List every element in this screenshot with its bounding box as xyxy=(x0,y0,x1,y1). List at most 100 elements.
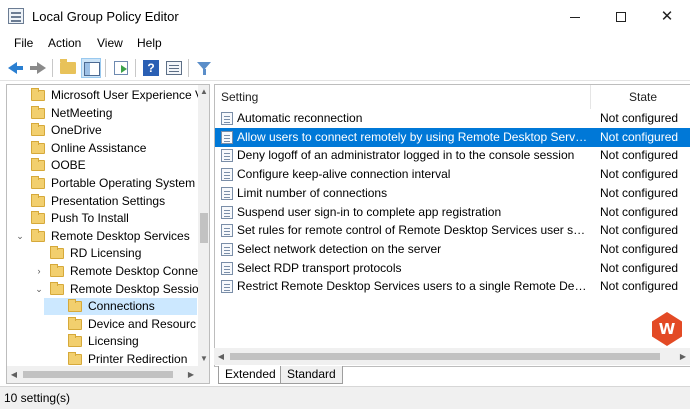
policy-row[interactable]: Deny logoff of an administrator logged i… xyxy=(215,146,690,165)
tree-item[interactable]: Push To Install xyxy=(7,210,197,227)
policy-state: Not configured xyxy=(600,185,679,200)
policy-name: Configure keep-alive connection interval xyxy=(237,167,451,182)
close-button[interactable]: ✕ xyxy=(644,0,690,33)
back-button[interactable] xyxy=(6,58,26,78)
tree-item-label: Remote Desktop Conne xyxy=(70,264,199,278)
policy-state: Not configured xyxy=(600,241,679,256)
policy-setting-icon xyxy=(221,242,233,256)
menu-view[interactable]: View xyxy=(97,36,123,50)
policy-state: Not configured xyxy=(600,167,679,182)
policy-row[interactable]: Limit number of connections Not configure… xyxy=(215,184,690,203)
policy-row[interactable]: Select RDP transport protocols Not config… xyxy=(215,259,690,278)
maximize-button[interactable] xyxy=(598,0,644,33)
tree-hscroll-thumb[interactable] xyxy=(23,371,173,378)
tree-item[interactable]: ⌄ Remote Desktop Services xyxy=(7,228,197,245)
show-hide-tree-button[interactable] xyxy=(81,58,101,78)
show-hide-tree-icon xyxy=(84,62,100,76)
export-list-button[interactable] xyxy=(111,58,131,78)
console-tree[interactable]: Microsoft User Experience V NetMeeting One… xyxy=(6,84,210,384)
expand-collapse-icon[interactable]: ⌄ xyxy=(15,228,25,245)
expand-collapse-icon[interactable]: ⌄ xyxy=(34,281,44,298)
scroll-left-arrow-icon[interactable]: ◀ xyxy=(7,366,21,383)
tree-horizontal-scrollbar[interactable]: ◀ ▶ xyxy=(7,366,198,383)
tree-scroll-thumb[interactable] xyxy=(200,213,208,243)
tree-item[interactable]: Microsoft User Experience V xyxy=(7,87,203,104)
tree-item[interactable]: NetMeeting xyxy=(7,105,197,122)
tree-item-label: Presentation Settings xyxy=(51,193,166,208)
policy-row[interactable]: Automatic reconnection Not configured xyxy=(215,109,690,128)
policy-setting-icon xyxy=(221,149,233,163)
folder-icon xyxy=(68,352,82,365)
tree-vertical-scrollbar[interactable]: ▲ ▼ xyxy=(198,85,209,366)
menu-action[interactable]: Action xyxy=(48,36,81,50)
properties-button[interactable] xyxy=(164,58,184,78)
policy-name: Suspend user sign-in to complete app reg… xyxy=(237,204,502,219)
policy-state: Not configured xyxy=(600,148,679,163)
list-horizontal-scrollbar[interactable]: ◀ ▶ xyxy=(214,348,690,365)
menu-file[interactable]: File xyxy=(14,36,33,50)
tab-extended[interactable]: Extended xyxy=(218,366,283,384)
scroll-left-arrow-icon[interactable]: ◀ xyxy=(214,348,228,365)
policy-state: Not configured xyxy=(600,111,679,125)
column-header-setting[interactable]: Setting xyxy=(215,85,589,109)
forward-icon xyxy=(37,62,46,74)
menu-help[interactable]: Help xyxy=(137,36,162,50)
folder-icon xyxy=(68,334,82,348)
scroll-right-arrow-icon[interactable]: ▶ xyxy=(184,366,198,383)
tree-item[interactable]: OOBE xyxy=(7,157,197,174)
forward-button[interactable] xyxy=(28,58,48,78)
up-one-level-button[interactable] xyxy=(58,58,78,78)
title-bar: Local Group Policy Editor ✕ xyxy=(0,0,690,33)
policy-row[interactable]: Select network detection on the server No… xyxy=(215,240,690,259)
policy-name: Automatic reconnection xyxy=(237,111,363,125)
folder-icon xyxy=(68,316,82,330)
policy-row[interactable]: Set rules for remote control of Remote D… xyxy=(215,221,690,240)
tree-item[interactable]: RD Licensing xyxy=(26,245,197,262)
scroll-up-arrow-icon[interactable]: ▲ xyxy=(198,85,209,99)
minimize-button[interactable] xyxy=(552,0,598,33)
tree-item[interactable]: Portable Operating System xyxy=(7,175,197,192)
tree-item-label: OOBE xyxy=(51,158,86,173)
policy-setting-icon xyxy=(221,205,233,219)
brand-logo-letter: W xyxy=(658,320,676,338)
column-header-state[interactable]: State xyxy=(590,85,690,109)
filter-button[interactable] xyxy=(194,58,214,78)
folder-icon xyxy=(31,105,45,119)
maximize-icon xyxy=(616,12,626,23)
tree-item[interactable]: › Remote Desktop Conne xyxy=(26,263,199,280)
tree-item-label: Licensing xyxy=(88,334,139,349)
policy-row[interactable]: Configure keep-alive connection interval… xyxy=(215,165,690,184)
tree-item[interactable]: Device and Resourc xyxy=(44,316,197,333)
tree-item-label: Online Assistance xyxy=(51,140,147,155)
tree-item-label: RD Licensing xyxy=(70,246,142,261)
toolbar: ? xyxy=(0,55,690,81)
policy-row[interactable]: Restrict Remote Desktop Services users t… xyxy=(215,277,690,296)
folder-icon xyxy=(50,281,64,295)
brand-logo: W xyxy=(652,312,682,346)
policy-setting-icon xyxy=(221,168,233,182)
scroll-down-arrow-icon[interactable]: ▼ xyxy=(198,352,209,366)
filter-icon xyxy=(197,62,211,75)
tree-item[interactable]: Presentation Settings xyxy=(7,193,197,210)
help-button[interactable]: ? xyxy=(141,58,161,78)
tree-item[interactable]: ⌄ Remote Desktop Sessio xyxy=(26,281,199,298)
tree-item[interactable]: Licensing xyxy=(44,333,197,350)
tree-item[interactable]: Connections xyxy=(44,298,197,316)
policy-row[interactable]: Allow users to connect remotely by using… xyxy=(215,127,690,147)
tree-item[interactable]: OneDrive xyxy=(7,122,197,139)
policy-name: Limit number of connections xyxy=(237,185,388,200)
policy-row[interactable]: Suspend user sign-in to complete app reg… xyxy=(215,203,690,222)
tree-item-label: Push To Install xyxy=(51,211,129,226)
folder-icon xyxy=(50,246,64,260)
tree-item[interactable]: Online Assistance xyxy=(7,140,197,157)
scroll-right-arrow-icon[interactable]: ▶ xyxy=(676,348,690,365)
list-hscroll-thumb[interactable] xyxy=(230,353,660,360)
expand-collapse-icon[interactable]: › xyxy=(34,263,44,280)
minimize-icon xyxy=(570,16,580,18)
tree-item-label: OneDrive xyxy=(51,123,102,138)
tab-standard[interactable]: Standard xyxy=(280,366,343,384)
